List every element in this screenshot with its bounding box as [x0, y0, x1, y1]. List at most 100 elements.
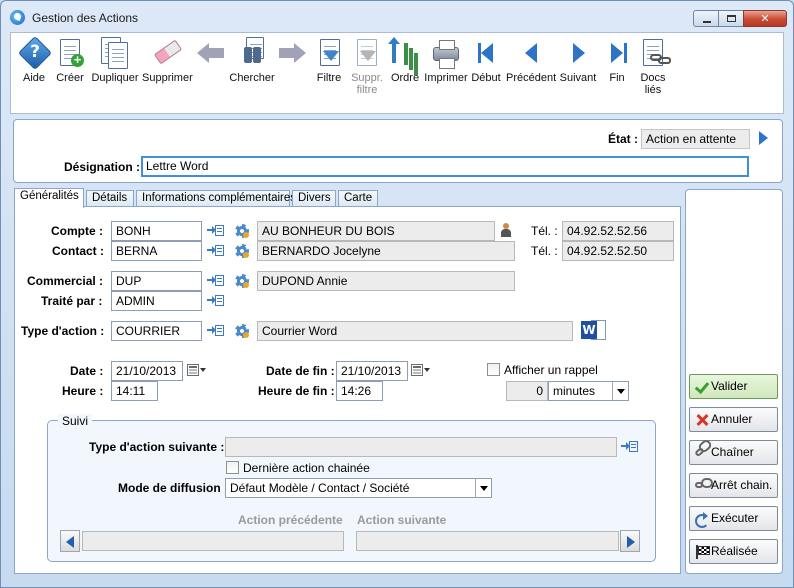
executer-button[interactable]: Exécuter	[689, 506, 778, 531]
action-precedente-value	[82, 531, 344, 551]
suppr-filtre-button[interactable]: Suppr. filtre	[349, 37, 385, 96]
window-controls: ✕	[693, 10, 787, 27]
main-window: Gestion des Actions ✕ ? Aide + Créer Dup…	[0, 0, 794, 588]
contact-label: Contact :	[52, 244, 104, 258]
traite-par-label: Traité par :	[41, 294, 103, 308]
word-document-icon[interactable]: W	[581, 318, 607, 342]
traite-par-input[interactable]: ADMIN	[111, 291, 202, 311]
rappel-value-input[interactable]: 0	[506, 381, 548, 401]
back-button[interactable]	[194, 37, 224, 72]
realisee-button[interactable]: Réalisée	[689, 539, 778, 564]
etat-label: État :	[608, 132, 638, 146]
date-fin-input[interactable]: 21/10/2013	[336, 361, 408, 381]
derniere-action-checkbox[interactable]	[226, 461, 239, 474]
contact-person-icon[interactable]	[500, 223, 512, 237]
type-action-input[interactable]: COURRIER	[111, 321, 202, 341]
compte-settings-icon[interactable]	[235, 224, 249, 238]
derniere-action-label: Dernière action chainée	[243, 461, 370, 475]
chercher-button[interactable]: Chercher	[229, 37, 275, 84]
rappel-unit-select[interactable]: minutes	[548, 381, 629, 401]
maximize-icon	[727, 15, 736, 22]
contact-settings-icon[interactable]	[235, 244, 249, 258]
aide-button[interactable]: ? Aide	[18, 36, 52, 84]
creer-button[interactable]: + Créer	[53, 37, 87, 84]
compte-name-value: AU BONHEUR DU BOIS	[257, 221, 495, 241]
type-suivante-picker-icon[interactable]	[621, 440, 639, 454]
cancel-icon	[695, 413, 709, 427]
ordre-button[interactable]: Ordre	[388, 37, 421, 84]
contact-picker-icon[interactable]	[207, 244, 225, 258]
next-record-icon	[562, 37, 594, 69]
type-action-label: Type d'action :	[21, 324, 105, 338]
compte-picker-icon[interactable]	[207, 224, 225, 238]
chainer-button[interactable]: Chaîner	[689, 440, 778, 465]
chevron-down-icon[interactable]	[612, 382, 628, 400]
contact-tel-value: 04.92.52.52.50	[562, 241, 674, 261]
tab-divers[interactable]: Divers	[292, 190, 336, 207]
etat-value: Action en attente	[641, 129, 750, 149]
tab-generalites[interactable]: Généralités	[14, 188, 84, 208]
imprimer-button[interactable]: Imprimer	[424, 37, 468, 84]
debut-button[interactable]: Début	[469, 37, 503, 84]
action-suivante-value	[356, 531, 619, 551]
fin-button[interactable]: Fin	[603, 37, 631, 84]
commercial-label: Commercial :	[27, 274, 104, 288]
commercial-settings-icon[interactable]	[235, 274, 249, 288]
filtre-button[interactable]: Filtre	[314, 37, 344, 84]
chain-icon	[694, 446, 705, 458]
type-suivante-value	[225, 437, 617, 457]
arret-chain-button[interactable]: Arrêt chain.	[689, 473, 778, 498]
valider-button[interactable]: Valider	[689, 374, 778, 399]
annuler-button[interactable]: Annuler	[689, 407, 778, 432]
commercial-picker-icon[interactable]	[207, 274, 225, 288]
commercial-code-input[interactable]: DUP	[111, 271, 202, 291]
minimize-button[interactable]	[693, 10, 719, 27]
maximize-button[interactable]	[718, 10, 744, 27]
traite-par-picker-icon[interactable]	[207, 294, 225, 308]
arrow-right-icon	[277, 37, 309, 69]
mode-diffusion-select[interactable]: Défaut Modèle / Contact / Société	[225, 478, 492, 498]
precedent-button[interactable]: Précédent	[506, 37, 556, 84]
type-action-name-value: Courrier Word	[257, 321, 573, 341]
action-suivante-button[interactable]	[620, 530, 640, 552]
rappel-label: Afficher un rappel	[504, 363, 598, 377]
contact-code-input[interactable]: BERNA	[111, 241, 202, 261]
title-bar: Gestion des Actions ✕	[1, 1, 793, 31]
forward-button[interactable]	[277, 37, 309, 72]
action-suivante-label: Action suivante	[357, 513, 447, 527]
date-input[interactable]: 21/10/2013	[111, 361, 183, 381]
dupliquer-button[interactable]: Dupliquer	[90, 37, 140, 84]
type-action-settings-icon[interactable]	[235, 324, 249, 338]
heure-input[interactable]: 14:11	[111, 381, 158, 401]
chevron-down-icon[interactable]	[475, 479, 491, 497]
tab-carte[interactable]: Carte	[338, 190, 378, 207]
close-button[interactable]: ✕	[743, 10, 787, 27]
docs-lies-button[interactable]: Docs liés	[637, 37, 671, 96]
date-fin-calendar-icon[interactable]	[411, 364, 423, 376]
arrow-left-icon	[194, 37, 226, 69]
checkered-flag-icon	[695, 545, 710, 559]
date-fin-dropdown-icon[interactable]	[424, 368, 430, 372]
tab-informations[interactable]: Informations complémentaires	[136, 190, 296, 207]
compte-tel-label: Tél. :	[531, 224, 558, 238]
action-precedente-button[interactable]	[60, 530, 80, 552]
heure-fin-input[interactable]: 14:26	[336, 381, 383, 401]
mode-diffusion-value: Défaut Modèle / Contact / Société	[230, 481, 410, 495]
arrow-left-icon	[66, 536, 74, 548]
date-dropdown-icon[interactable]	[200, 368, 206, 372]
date-calendar-icon[interactable]	[187, 364, 199, 376]
contact-tel-label: Tél. :	[531, 244, 558, 258]
compte-code-input[interactable]: BONH	[111, 221, 202, 241]
supprimer-button[interactable]: Supprimer	[142, 37, 193, 84]
tab-details[interactable]: Détails	[86, 190, 134, 207]
heure-label: Heure :	[62, 384, 104, 398]
etat-next-icon[interactable]	[759, 131, 768, 145]
rappel-checkbox[interactable]	[487, 363, 500, 376]
type-suivante-label: Type d'action suivante :	[89, 440, 225, 454]
previous-record-icon	[515, 37, 547, 69]
designation-input[interactable]: Lettre Word	[141, 156, 749, 177]
type-action-picker-icon[interactable]	[207, 324, 225, 338]
window-title: Gestion des Actions	[32, 11, 139, 25]
suivant-button[interactable]: Suivant	[558, 37, 598, 84]
mode-diffusion-label: Mode de diffusion :	[118, 481, 228, 495]
